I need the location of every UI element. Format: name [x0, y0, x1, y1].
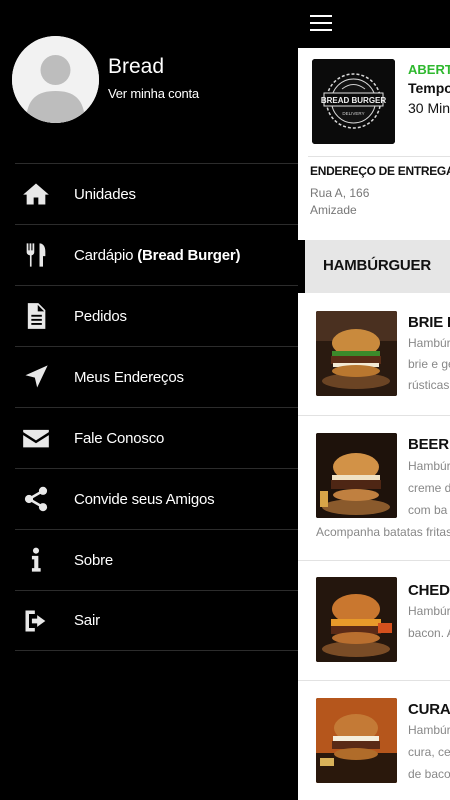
avatar[interactable]: [12, 36, 99, 123]
delivery-address-label: ENDEREÇO DE ENTREGAS: [310, 164, 450, 178]
menu-item-sobre[interactable]: Sobre: [15, 529, 298, 590]
category-header-hamburguer[interactable]: HAMBÚRGUER: [305, 240, 450, 293]
product-image: [316, 433, 397, 518]
menu-item-unidades[interactable]: Unidades: [15, 163, 298, 224]
menu-label: Unidades: [74, 185, 136, 203]
menu-label: Meus Endereços: [74, 368, 184, 386]
product-description-line: rústicas.: [408, 378, 450, 392]
product-description-line: com ba: [408, 503, 448, 517]
main-content: BREAD BURGER DELIVERY ABERTO Tempo 30 Mi…: [298, 0, 450, 800]
menu-label-store: (Bread Burger): [137, 246, 241, 264]
profile-name: Bread: [108, 55, 165, 78]
product-list: BRIE B Hambúr brie e ge rústicas. BEER B…: [298, 293, 450, 800]
menu-item-sair[interactable]: Sair: [15, 590, 298, 651]
document-icon: [21, 301, 51, 331]
store-status-badge: ABERTO: [408, 62, 450, 77]
navigation-drawer: Bread Ver minha conta Unidades Cardápio …: [0, 0, 305, 800]
product-description-line: creme de: [408, 481, 450, 495]
utensils-icon: [21, 240, 51, 270]
store-logo: BREAD BURGER DELIVERY: [312, 59, 395, 144]
delivery-time-label: Tempo: [408, 80, 450, 96]
product-description-line: Hambúr: [408, 336, 450, 350]
product-name: CURA: [408, 701, 450, 718]
sign-out-icon: [21, 606, 51, 636]
menu-label: Fale Conosco: [74, 429, 165, 447]
profile-header[interactable]: Bread Ver minha conta: [0, 0, 305, 160]
product-item[interactable]: BRIE B Hambúr brie e ge rústicas.: [298, 293, 450, 416]
navigation-arrow-icon: [21, 362, 51, 392]
bread-burger-logo: BREAD BURGER DELIVERY: [312, 59, 395, 144]
product-name: BRIE B: [408, 314, 450, 331]
drawer-menu: Unidades Cardápio (Bread Burger) Pedidos…: [15, 163, 298, 651]
product-description-line: cura, ceb: [408, 745, 450, 759]
menu-label: Sobre: [74, 551, 114, 569]
delivery-address-street: Rua A, 166: [310, 186, 370, 200]
top-bar: [298, 0, 450, 48]
view-account-link[interactable]: Ver minha conta: [108, 86, 199, 101]
menu-label: Convide seus Amigos: [74, 490, 215, 508]
logo-text: BREAD BURGER: [321, 96, 387, 105]
product-item[interactable]: CURA Hambúr cura, ceb de bacon: [298, 681, 450, 800]
product-name: CHED: [408, 582, 450, 599]
product-description-line: brie e ge: [408, 357, 450, 371]
product-description-line: Hambúr: [408, 459, 450, 473]
menu-label-text: Cardápio: [74, 246, 138, 264]
user-placeholder-icon: [12, 36, 99, 123]
logo-subtext: DELIVERY: [342, 111, 364, 116]
menu-item-cardapio[interactable]: Cardápio (Bread Burger): [15, 224, 298, 285]
product-name: BEER B: [408, 436, 450, 453]
menu-hamburger-icon[interactable]: [310, 15, 332, 33]
menu-item-convide[interactable]: Convide seus Amigos: [15, 468, 298, 529]
category-label: HAMBÚRGUER: [323, 257, 431, 274]
product-item[interactable]: BEER B Hambúr creme de com ba Acompanha …: [298, 416, 450, 561]
envelope-icon: [21, 423, 51, 453]
share-icon: [21, 484, 51, 514]
product-item[interactable]: CHED Hambúr bacon. A: [298, 561, 450, 681]
menu-item-pedidos[interactable]: Pedidos: [15, 285, 298, 346]
product-description-line: Hambúr: [408, 604, 450, 618]
product-description-line: de bacon: [408, 767, 450, 781]
delivery-address-area: Amizade: [310, 203, 357, 217]
menu-label: Cardápio (Bread Burger): [74, 246, 241, 264]
store-card[interactable]: BREAD BURGER DELIVERY ABERTO Tempo 30 Mi…: [298, 48, 450, 240]
product-description-extra: Acompanha batatas fritas.: [316, 525, 450, 539]
product-description-line: Hambúr: [408, 723, 450, 737]
info-icon: [21, 545, 51, 575]
product-image: [316, 577, 397, 662]
delivery-time-value: 30 Min: [408, 100, 450, 116]
product-image: [316, 311, 397, 396]
menu-item-fale-conosco[interactable]: Fale Conosco: [15, 407, 298, 468]
home-icon: [21, 179, 51, 209]
product-description-line: bacon. A: [408, 626, 450, 640]
menu-label: Pedidos: [74, 307, 127, 325]
divider: [308, 156, 450, 157]
menu-item-enderecos[interactable]: Meus Endereços: [15, 346, 298, 407]
product-image: [316, 698, 397, 783]
menu-label: Sair: [74, 612, 100, 629]
